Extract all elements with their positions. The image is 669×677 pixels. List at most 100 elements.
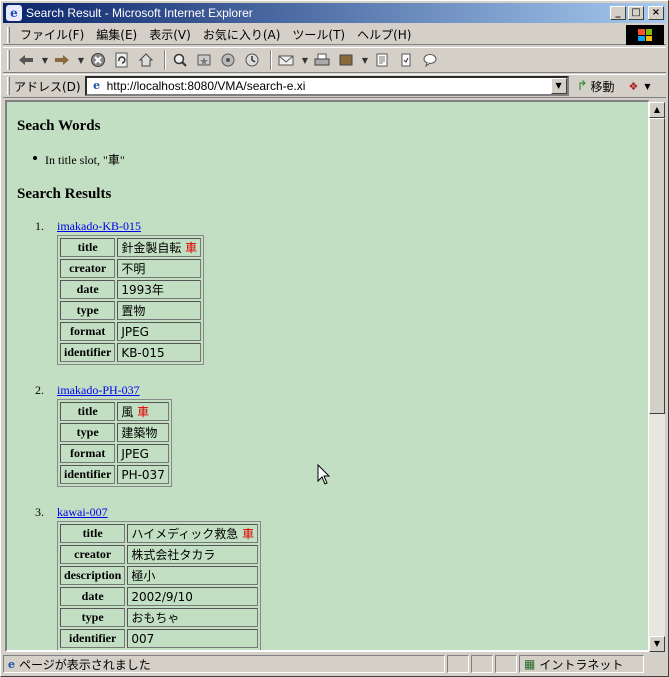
- field-value-cell: 極小: [127, 566, 259, 585]
- go-button[interactable]: ↱ 移動: [577, 78, 615, 95]
- address-url[interactable]: http://localhost:8080/VMA/search-e.xi: [107, 79, 306, 93]
- print-icon[interactable]: [312, 50, 332, 70]
- forward-dropdown-icon[interactable]: ▼: [76, 50, 86, 70]
- status-page-icon: e: [8, 657, 15, 671]
- status-panel: [471, 655, 493, 673]
- field-value: 極小: [131, 569, 156, 583]
- home-icon[interactable]: [136, 50, 156, 70]
- browser-window: e Search Result - Microsoft Internet Exp…: [0, 0, 669, 677]
- edit-icon[interactable]: [336, 50, 356, 70]
- media-icon[interactable]: [218, 50, 238, 70]
- toolbar-separator: [164, 50, 166, 70]
- address-dropdown-icon[interactable]: ▼: [550, 78, 567, 94]
- field-key: format: [60, 322, 116, 341]
- status-bar: e ページが表示されました ▦ イントラネット: [3, 654, 666, 674]
- links-icon: ❖: [628, 79, 639, 93]
- ie-icon: e: [6, 5, 22, 21]
- field-key: description: [60, 566, 126, 585]
- links-dropdown-icon[interactable]: ▼: [644, 82, 650, 91]
- address-bar: アドレス(D) e http://localhost:8080/VMA/sear…: [3, 74, 666, 98]
- table-row: type 置物: [60, 301, 202, 320]
- result-link[interactable]: imakado-PH-037: [57, 383, 140, 397]
- menu-favorites[interactable]: お気に入り(A): [197, 26, 287, 43]
- field-key: format: [60, 444, 116, 463]
- close-button[interactable]: ×: [648, 6, 664, 20]
- result-link[interactable]: kawai-007: [57, 505, 108, 519]
- result-item: 2. imakado-PH-037 title 風 車 type 建築物 format JPE…: [35, 383, 638, 487]
- metadata-table: title 針金製自転 車 creator 不明 date 1993年 type 置物 form…: [57, 235, 205, 365]
- table-row: date 1993年: [60, 280, 202, 299]
- toolbar-grip[interactable]: [7, 50, 10, 70]
- security-zone: ▦ イントラネット: [519, 655, 644, 673]
- search-words-heading: Seach Words: [17, 118, 101, 134]
- favorites-icon[interactable]: [194, 50, 214, 70]
- go-label: 移動: [590, 79, 615, 94]
- messenger-icon[interactable]: [396, 50, 416, 70]
- field-value-cell: おもちゃ: [127, 608, 259, 627]
- field-value: 株式会社タカラ: [131, 548, 216, 562]
- field-value-cell: 建築物: [117, 423, 169, 442]
- menu-help[interactable]: ヘルプ(H): [351, 26, 417, 43]
- field-value: 針金製自転: [121, 241, 182, 255]
- field-value: 置物: [121, 304, 146, 318]
- minimize-button[interactable]: _: [610, 6, 626, 20]
- menu-tools[interactable]: ツール(T): [286, 26, 351, 43]
- scroll-thumb[interactable]: [649, 118, 665, 414]
- field-value-cell: 置物: [117, 301, 202, 320]
- window-title: Search Result - Microsoft Internet Explo…: [26, 6, 253, 20]
- table-row: title 風 車: [60, 402, 169, 421]
- back-dropdown-icon[interactable]: ▼: [40, 50, 50, 70]
- mail-dropdown-icon[interactable]: ▼: [300, 50, 310, 70]
- menu-grip[interactable]: [7, 26, 10, 43]
- search-icon[interactable]: [170, 50, 190, 70]
- menu-file[interactable]: ファイル(F): [14, 26, 90, 43]
- status-panel: [495, 655, 517, 673]
- stop-icon[interactable]: [88, 50, 108, 70]
- field-key: identifier: [60, 343, 116, 362]
- menu-edit[interactable]: 編集(E): [90, 26, 143, 43]
- address-grip[interactable]: [7, 77, 10, 95]
- edit-dropdown-icon[interactable]: ▼: [360, 50, 370, 70]
- table-row: creator 不明: [60, 259, 202, 278]
- table-row: identifier 007: [60, 629, 259, 648]
- chat-icon[interactable]: [420, 50, 440, 70]
- back-icon[interactable]: [16, 50, 36, 70]
- forward-icon[interactable]: [52, 50, 72, 70]
- title-bar[interactable]: e Search Result - Microsoft Internet Exp…: [3, 3, 666, 23]
- table-row: identifier KB-015: [60, 343, 202, 362]
- field-key: type: [60, 608, 126, 627]
- maximize-button[interactable]: □: [628, 6, 644, 20]
- table-row: type 建築物: [60, 423, 169, 442]
- field-key: date: [60, 587, 126, 606]
- menu-bar: ファイル(F) 編集(E) 表示(V) お気に入り(A) ツール(T) ヘルプ(…: [3, 25, 666, 45]
- table-row: identifier PH-037: [60, 465, 169, 484]
- scroll-up-icon[interactable]: ▲: [649, 102, 665, 118]
- field-value-cell: 不明: [117, 259, 202, 278]
- field-key: identifier: [60, 629, 126, 648]
- results-list: 1. imakado-KB-015 title 針金製自転 車 creator 不明 dat…: [17, 219, 638, 650]
- field-value-cell: JPEG: [117, 444, 169, 463]
- result-number: 2.: [35, 383, 44, 397]
- page-icon: e: [93, 79, 101, 92]
- mail-icon[interactable]: [276, 50, 296, 70]
- menu-view[interactable]: 表示(V): [143, 26, 197, 43]
- result-number: 1.: [35, 219, 44, 233]
- search-results-heading: Search Results: [17, 186, 112, 202]
- history-icon[interactable]: [242, 50, 262, 70]
- address-label: アドレス(D): [14, 79, 81, 94]
- discuss-icon[interactable]: [372, 50, 392, 70]
- field-value: 建築物: [121, 426, 158, 440]
- refresh-icon[interactable]: [112, 50, 132, 70]
- vertical-scrollbar[interactable]: ▲ ▼: [649, 102, 665, 652]
- scroll-down-icon[interactable]: ▼: [649, 636, 665, 652]
- field-value-cell: PH-037: [117, 465, 169, 484]
- metadata-table: title 風 車 type 建築物 format JPEG identifier PH-03…: [57, 399, 172, 487]
- links-button[interactable]: ❖ ▼: [629, 80, 651, 93]
- status-panel: [447, 655, 469, 673]
- result-link[interactable]: imakado-KB-015: [57, 219, 141, 233]
- field-key: creator: [60, 545, 126, 564]
- field-value-cell: 1993年: [117, 280, 202, 299]
- table-row: description 極小: [60, 566, 259, 585]
- field-value-cell: JPEG: [117, 322, 202, 341]
- address-input[interactable]: e http://localhost:8080/VMA/search-e.xi …: [84, 76, 569, 96]
